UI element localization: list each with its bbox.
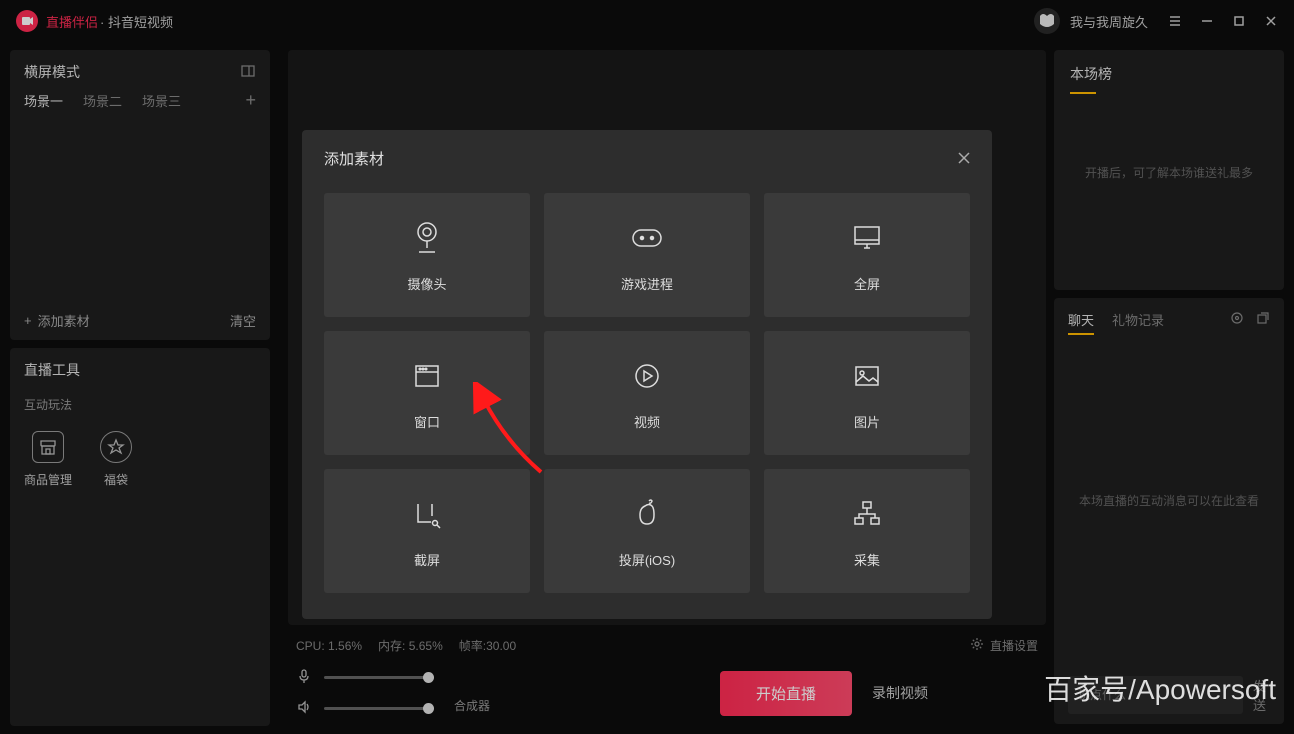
shop-icon [32, 431, 64, 463]
speaker-track[interactable] [324, 707, 434, 710]
apple-icon [627, 494, 667, 534]
tile-ios-cast[interactable]: 投屏(iOS) [544, 469, 750, 593]
chat-tab-chat[interactable]: 聊天 [1068, 310, 1094, 329]
user-area[interactable]: 我与我周旋久 [1034, 8, 1148, 34]
titlebar: 直播伴侣 · 抖音短视频 我与我周旋久 [0, 0, 1294, 42]
avatar[interactable] [1034, 8, 1060, 34]
layout-icon[interactable] [240, 63, 256, 82]
modal-close-icon[interactable] [958, 151, 970, 167]
minimize-icon[interactable] [1200, 14, 1214, 28]
sidebar-left: 横屏模式 场景一 场景二 场景三 + + 添加素材 清空 [0, 42, 280, 734]
menu-icon[interactable] [1168, 14, 1182, 28]
tile-fullscreen[interactable]: 全屏 [764, 193, 970, 317]
maximize-icon[interactable] [1232, 14, 1246, 28]
scene-panel: 横屏模式 场景一 场景二 场景三 + + 添加素材 清空 [10, 50, 270, 340]
monitor-icon [847, 218, 887, 258]
capture-icon [847, 494, 887, 534]
stream-settings-button[interactable]: 直播设置 [970, 637, 1038, 654]
chat-panel: 聊天 礼物记录 本场直播的互动消息可以在此查看 发送 [1054, 298, 1284, 724]
app-logo-icon [16, 10, 38, 32]
stats-row: CPU: 1.56% 内存: 5.65% 帧率:30.00 直播设置 [288, 625, 1046, 662]
app-name-secondary: · 抖音短视频 [100, 12, 173, 31]
tool-shop[interactable]: 商品管理 [24, 431, 72, 488]
chat-send-button[interactable]: 发送 [1253, 676, 1270, 714]
image-icon [847, 356, 887, 396]
mic-icon [296, 668, 312, 687]
close-icon[interactable] [1264, 14, 1278, 28]
record-button[interactable]: 录制视频 [872, 683, 928, 703]
window-icon [407, 356, 447, 396]
rank-panel: 本场榜 开播后，可了解本场谁送礼最多 [1054, 50, 1284, 290]
tile-capture[interactable]: 采集 [764, 469, 970, 593]
chat-input[interactable] [1068, 676, 1243, 714]
rank-hint: 开播后，可了解本场谁送礼最多 [1054, 164, 1284, 181]
tile-image[interactable]: 图片 [764, 331, 970, 455]
settings-icon[interactable] [1230, 311, 1244, 328]
popout-icon[interactable] [1256, 311, 1270, 328]
tile-window[interactable]: 窗口 [324, 331, 530, 455]
start-stream-button[interactable]: 开始直播 [720, 671, 852, 716]
scene-tab-1[interactable]: 场景一 [24, 91, 63, 110]
screenshot-icon [407, 494, 447, 534]
tile-camera[interactable]: 摄像头 [324, 193, 530, 317]
tile-video[interactable]: 视频 [544, 331, 750, 455]
plus-icon: + [24, 313, 32, 328]
tile-screenshot[interactable]: 截屏 [324, 469, 530, 593]
tools-title: 直播工具 [24, 360, 80, 380]
modal-title: 添加素材 [324, 148, 384, 169]
scene-tab-2[interactable]: 场景二 [83, 91, 122, 110]
sidebar-right: 本场榜 开播后，可了解本场谁送礼最多 聊天 礼物记录 本场直播的互动消息可以在此… [1054, 42, 1294, 734]
add-material-modal: 添加素材 摄像头 游戏进程 全屏 窗口 [302, 130, 992, 619]
play-icon [627, 356, 667, 396]
speaker-icon [296, 699, 312, 718]
chat-body-hint: 本场直播的互动消息可以在此查看 [1054, 335, 1284, 666]
mic-slider[interactable] [296, 668, 434, 687]
scene-body [10, 121, 270, 301]
add-material-button[interactable]: + 添加素材 [24, 311, 90, 330]
synthesizer-button[interactable]: 合成器 [454, 697, 490, 714]
tool-lucky-bag[interactable]: 福袋 [100, 431, 132, 488]
camera-icon [407, 218, 447, 258]
scene-tab-3[interactable]: 场景三 [142, 91, 181, 110]
chat-tab-gifts[interactable]: 礼物记录 [1112, 310, 1164, 329]
add-scene-icon[interactable]: + [245, 90, 256, 111]
tools-panel: 直播工具 互动玩法 商品管理 福袋 [10, 348, 270, 726]
mode-title: 横屏模式 [24, 62, 80, 82]
mic-track[interactable] [324, 676, 434, 679]
app-name-primary: 直播伴侣 [46, 12, 98, 31]
tile-game[interactable]: 游戏进程 [544, 193, 750, 317]
rank-title: 本场榜 [1054, 50, 1284, 92]
gamepad-icon [627, 218, 667, 258]
tools-subtitle: 互动玩法 [10, 388, 270, 421]
star-icon [100, 431, 132, 463]
username: 我与我周旋久 [1070, 12, 1148, 31]
gear-icon [970, 637, 984, 654]
clear-button[interactable]: 清空 [230, 311, 256, 330]
speaker-slider[interactable] [296, 699, 434, 718]
